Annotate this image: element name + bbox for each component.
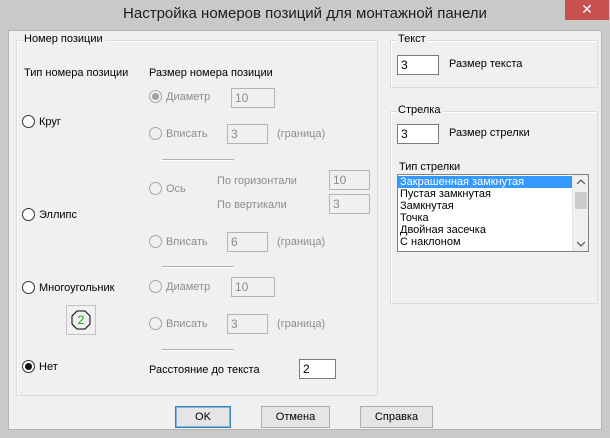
circle-fit-input[interactable]: 3: [227, 124, 268, 144]
ellipse-vertical-label: По вертикали: [217, 199, 287, 211]
text-size-input[interactable]: 3: [397, 55, 439, 75]
type-ellipse-label[interactable]: Эллипс: [39, 209, 77, 221]
ellipse-fit-label: Вписать: [166, 236, 208, 248]
ellipse-vertical-input[interactable]: 3: [329, 194, 370, 214]
polygon-preview-number: 2: [77, 313, 85, 327]
circle-diameter-label: Диаметр: [166, 91, 211, 103]
circle-fit-suffix: (граница): [277, 128, 326, 140]
ellipse-fit-input[interactable]: 6: [227, 232, 268, 252]
type-none-radio[interactable]: [22, 360, 35, 373]
position-number-group-title: Номер позиции: [22, 33, 105, 45]
separator: [162, 159, 234, 161]
polygon-preview: 2: [66, 305, 96, 335]
scroll-down-icon[interactable]: [577, 241, 585, 247]
size-header: Размер номера позиции: [149, 67, 273, 79]
help-button[interactable]: Справка: [360, 406, 433, 428]
list-item[interactable]: Пустая замкнутая: [398, 188, 572, 200]
type-header: Тип номера позиции: [24, 67, 129, 79]
type-none-label[interactable]: Нет: [39, 361, 58, 373]
circle-fit-radio[interactable]: [149, 127, 162, 140]
polygon-fit-suffix: (граница): [277, 318, 326, 330]
list-item[interactable]: Замкнутая: [398, 200, 572, 212]
list-scrollbar[interactable]: [572, 175, 588, 251]
arrow-size-input[interactable]: 3: [397, 124, 439, 144]
list-item[interactable]: Двойная засечка: [398, 224, 572, 236]
window-title: Настройка номеров позиций для монтажной …: [123, 5, 487, 22]
ellipse-horizontal-input[interactable]: 10: [329, 170, 370, 190]
ellipse-axis-label: Ось: [166, 183, 186, 195]
polygon-fit-label: Вписать: [166, 318, 208, 330]
text-group-title: Текст: [396, 33, 428, 45]
polygon-diameter-input[interactable]: 10: [231, 277, 275, 297]
circle-diameter-radio[interactable]: [149, 90, 162, 103]
arrow-group-title: Стрелка: [396, 104, 443, 116]
ellipse-fit-radio[interactable]: [149, 235, 162, 248]
type-polygon-radio[interactable]: [22, 281, 35, 294]
distance-input[interactable]: 2: [299, 359, 336, 379]
cancel-button[interactable]: Отмена: [261, 406, 330, 428]
polygon-fit-input[interactable]: 3: [227, 314, 268, 334]
arrow-size-label: Размер стрелки: [449, 127, 530, 139]
type-circle-label[interactable]: Круг: [39, 116, 61, 128]
polygon-fit-radio[interactable]: [149, 317, 162, 330]
scroll-up-icon[interactable]: [577, 179, 585, 185]
list-item[interactable]: С наклоном: [398, 236, 572, 248]
circle-fit-label: Вписать: [166, 128, 208, 140]
ok-button[interactable]: OK: [175, 406, 231, 428]
arrow-type-list[interactable]: Закрашенная замкнутая Пустая замкнутая З…: [397, 174, 589, 252]
distance-label: Расстояние до текста: [149, 364, 260, 376]
list-item[interactable]: Закрашенная замкнутая: [398, 176, 572, 188]
circle-diameter-input[interactable]: 10: [231, 88, 275, 108]
type-ellipse-radio[interactable]: [22, 208, 35, 221]
text-size-label: Размер текста: [449, 58, 523, 70]
polygon-diameter-radio[interactable]: [149, 280, 162, 293]
type-circle-radio[interactable]: [22, 115, 35, 128]
scroll-thumb[interactable]: [575, 192, 587, 209]
close-button[interactable]: ✕: [565, 0, 609, 20]
list-item[interactable]: Точка: [398, 212, 572, 224]
separator: [162, 266, 234, 268]
arrow-type-items: Закрашенная замкнутая Пустая замкнутая З…: [398, 176, 572, 248]
close-icon: ✕: [581, 1, 593, 17]
polygon-diameter-label: Диаметр: [166, 281, 211, 293]
arrow-type-label: Тип стрелки: [399, 161, 461, 173]
type-polygon-label[interactable]: Многоугольник: [39, 282, 114, 294]
ellipse-fit-suffix: (граница): [277, 236, 326, 248]
separator: [162, 349, 234, 351]
ellipse-horizontal-label: По горизонтали: [217, 175, 297, 187]
ellipse-axis-radio[interactable]: [149, 182, 162, 195]
